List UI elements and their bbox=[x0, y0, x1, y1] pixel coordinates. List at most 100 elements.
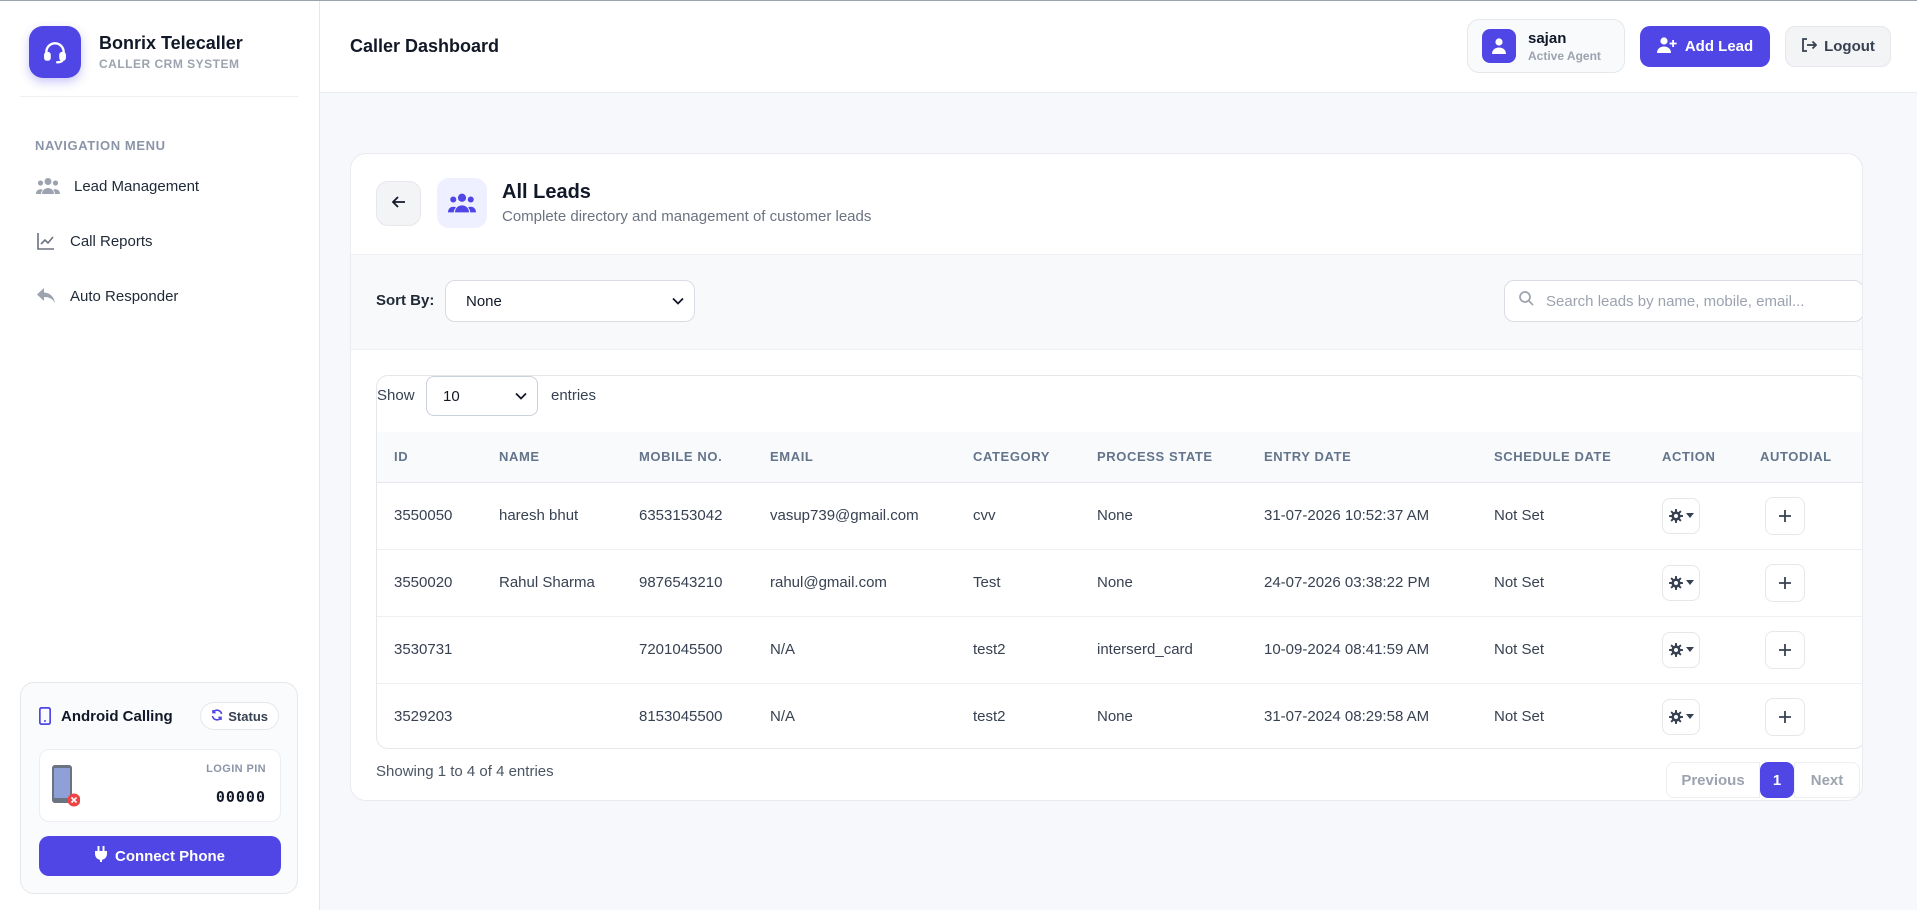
next-page-button[interactable]: Next bbox=[1794, 762, 1860, 798]
chevron-down-icon bbox=[515, 392, 527, 400]
sidebar-item-label: Auto Responder bbox=[70, 287, 179, 305]
cell-mobile: 8153045500 bbox=[639, 708, 723, 725]
gear-icon bbox=[1668, 709, 1683, 724]
plus-icon bbox=[1779, 643, 1791, 656]
cell-schedule-date: Not Set bbox=[1494, 641, 1545, 658]
back-button[interactable] bbox=[376, 181, 421, 226]
autodial-add-button[interactable] bbox=[1765, 697, 1805, 736]
add-lead-label: Add Lead bbox=[1684, 38, 1754, 55]
cell-process-state: None bbox=[1097, 507, 1133, 524]
connect-phone-button[interactable]: Connect Phone bbox=[39, 836, 281, 876]
entries-control: Show 10 entries bbox=[377, 376, 1862, 432]
page-title: Caller Dashboard bbox=[350, 36, 500, 56]
cell-action bbox=[1645, 683, 1743, 748]
column-header-category[interactable]: CATEGORY bbox=[956, 432, 1080, 482]
cell-category: Test bbox=[973, 574, 1001, 591]
autodial-add-button[interactable] bbox=[1765, 563, 1805, 602]
gear-icon bbox=[1668, 642, 1683, 657]
status-label: Status bbox=[228, 708, 268, 724]
login-pin-label: LOGIN PIN bbox=[206, 763, 266, 775]
caret-down-icon bbox=[1685, 513, 1694, 518]
table-row: 3550050 haresh bhut 6353153042 vasup739@… bbox=[377, 482, 1862, 549]
sidebar-item-auto-responder[interactable]: Auto Responder bbox=[36, 287, 178, 305]
cell-email: N/A bbox=[770, 708, 796, 725]
action-dropdown-button[interactable] bbox=[1662, 497, 1700, 534]
cell-email: vasup739@gmail.com bbox=[770, 507, 919, 524]
arrow-left-icon bbox=[391, 195, 406, 213]
cell-entry-date: 10-09-2024 08:41:59 AM bbox=[1264, 641, 1430, 658]
top-header: Caller Dashboard sajan Active Agent Add … bbox=[320, 1, 1917, 93]
user-avatar-icon bbox=[1482, 29, 1516, 63]
cell-schedule-date: Not Set bbox=[1494, 708, 1545, 725]
cell-autodial bbox=[1743, 616, 1862, 683]
leads-table: ID NAME MOBILE NO. EMAIL CATEGORY PROCES… bbox=[377, 432, 1862, 748]
add-lead-button[interactable]: Add Lead bbox=[1640, 26, 1770, 67]
status-button[interactable]: Status bbox=[200, 702, 279, 730]
cell-action bbox=[1645, 549, 1743, 616]
cell-mobile: 9876543210 bbox=[639, 574, 723, 591]
cell-name bbox=[482, 616, 622, 683]
sort-by-value: None bbox=[466, 292, 502, 310]
autodial-add-button[interactable] bbox=[1765, 630, 1805, 669]
sort-by-label: Sort By: bbox=[376, 292, 435, 309]
search-box[interactable] bbox=[1504, 280, 1862, 322]
caret-down-icon bbox=[1685, 580, 1694, 585]
caret-down-icon bbox=[1685, 647, 1694, 652]
sort-by-select[interactable]: None bbox=[445, 280, 695, 322]
search-input[interactable] bbox=[1546, 292, 1846, 310]
column-header-entry-date[interactable]: ENTRY DATE bbox=[1247, 432, 1477, 482]
reply-icon bbox=[36, 287, 56, 305]
brand-subtitle: CALLER CRM SYSTEM bbox=[99, 57, 240, 71]
action-dropdown-button[interactable] bbox=[1662, 564, 1700, 601]
card-header: All Leads Complete directory and managem… bbox=[351, 154, 1862, 255]
cell-email: N/A bbox=[770, 641, 796, 658]
cell-name: haresh bhut bbox=[499, 507, 579, 524]
login-pin-box: LOGIN PIN 00000 bbox=[39, 749, 281, 822]
cell-process-state: interserd_card bbox=[1097, 641, 1193, 658]
cell-action bbox=[1645, 616, 1743, 683]
table-row: 3550020 Rahul Sharma 9876543210 rahul@gm… bbox=[377, 549, 1862, 616]
chevron-down-icon bbox=[672, 297, 684, 305]
brand[interactable]: Bonrix Telecaller CALLER CRM SYSTEM bbox=[29, 26, 243, 78]
column-header-name[interactable]: NAME bbox=[482, 432, 622, 482]
gear-icon bbox=[1668, 575, 1683, 590]
column-header-mobile[interactable]: MOBILE NO. bbox=[622, 432, 753, 482]
autodial-add-button[interactable] bbox=[1765, 496, 1805, 535]
connect-phone-label: Connect Phone bbox=[114, 847, 225, 865]
user-plus-icon bbox=[1656, 36, 1677, 57]
page-1-button[interactable]: 1 bbox=[1760, 762, 1794, 798]
logout-button[interactable]: Logout bbox=[1785, 26, 1891, 67]
android-calling-title: Android Calling bbox=[61, 707, 173, 725]
action-dropdown-button[interactable] bbox=[1662, 631, 1700, 668]
cell-schedule-date: Not Set bbox=[1494, 507, 1545, 524]
card-title: All Leads bbox=[502, 181, 591, 203]
cell-id: 3550050 bbox=[394, 507, 453, 524]
cell-entry-date: 24-07-2026 03:38:22 PM bbox=[1264, 574, 1430, 591]
card-subtitle: Complete directory and management of cus… bbox=[502, 208, 872, 225]
sidebar-item-lead-management[interactable]: Lead Management bbox=[36, 177, 199, 195]
cell-category: test2 bbox=[973, 641, 1006, 658]
entries-select[interactable]: 10 bbox=[426, 376, 538, 416]
column-header-email[interactable]: EMAIL bbox=[753, 432, 956, 482]
show-label: Show bbox=[377, 387, 415, 404]
caret-down-icon bbox=[1685, 714, 1694, 719]
gear-icon bbox=[1668, 508, 1683, 523]
cell-process-state: None bbox=[1097, 574, 1133, 591]
sidebar-item-call-reports[interactable]: Call Reports bbox=[36, 232, 153, 250]
entries-value: 10 bbox=[443, 387, 460, 405]
column-header-id[interactable]: ID bbox=[377, 432, 482, 482]
user-name: sajan bbox=[1528, 29, 1567, 47]
mobile-icon bbox=[39, 707, 51, 725]
android-calling-card: Android Calling Status LOGIN PIN 00000 C… bbox=[20, 682, 298, 894]
previous-page-button[interactable]: Previous bbox=[1666, 762, 1760, 798]
user-chip[interactable]: sajan Active Agent bbox=[1467, 19, 1625, 73]
column-header-schedule-date[interactable]: SCHEDULE DATE bbox=[1477, 432, 1645, 482]
sidebar-item-label: Lead Management bbox=[74, 177, 200, 195]
cell-id: 3530731 bbox=[394, 641, 453, 658]
action-dropdown-button[interactable] bbox=[1662, 698, 1700, 735]
cell-id: 3529203 bbox=[394, 708, 453, 725]
search-icon bbox=[1519, 291, 1534, 311]
plug-icon bbox=[94, 846, 107, 866]
column-header-action: ACTION bbox=[1662, 449, 1716, 465]
column-header-process-state[interactable]: PROCESS STATE bbox=[1080, 432, 1247, 482]
